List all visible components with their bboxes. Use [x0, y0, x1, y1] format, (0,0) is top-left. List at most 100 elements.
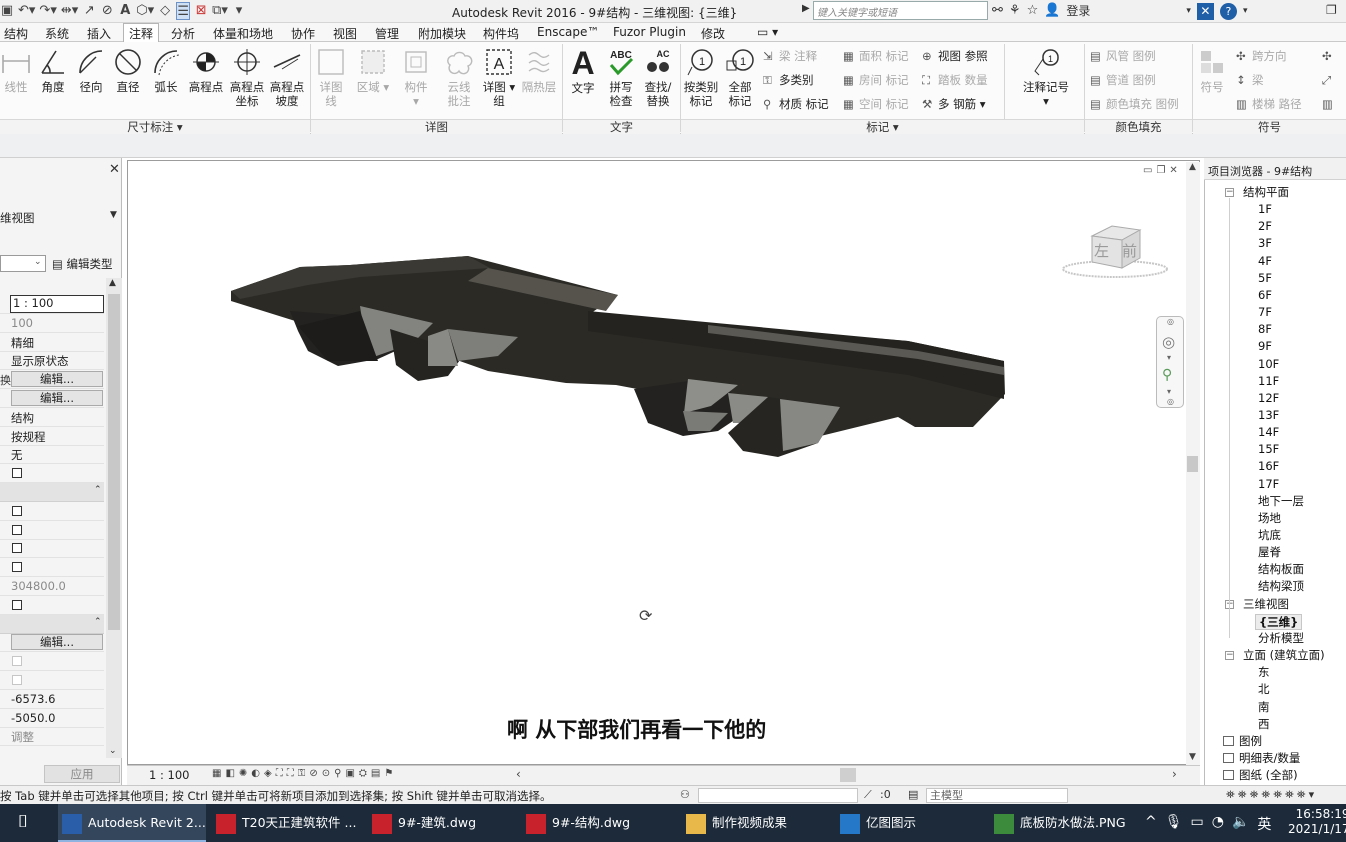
tag-icon[interactable]: ⊘: [100, 2, 114, 20]
chevron-down-icon[interactable]: ▼: [110, 210, 117, 220]
taskbar-app-3[interactable]: 9#-结构.dwg: [522, 804, 672, 842]
tab-10[interactable]: 构件坞: [483, 25, 519, 42]
viewcube-left-face[interactable]: 左: [1094, 240, 1109, 261]
viewcube-front-face[interactable]: 前: [1122, 240, 1137, 261]
property-group-header[interactable]: ⌃: [0, 483, 104, 502]
search-expand-icon[interactable]: ▶: [802, 3, 810, 14]
measure-icon[interactable]: ⇹▾: [61, 2, 78, 20]
thin-lines-icon[interactable]: ☰: [176, 2, 191, 20]
redo-icon[interactable]: ↷▾: [39, 2, 56, 20]
property-value[interactable]: 304800.0: [11, 579, 66, 593]
property-checkbox[interactable]: [12, 543, 22, 554]
scroll-down-icon[interactable]: ⌄: [109, 746, 117, 756]
tab-11[interactable]: Enscape™: [537, 25, 599, 39]
tree-item-plan[interactable]: 9F: [1258, 339, 1272, 353]
tree-item-plan[interactable]: 12F: [1258, 391, 1279, 405]
component-tool[interactable]: 构件 ▾: [398, 47, 434, 108]
steering-wheel-icon[interactable]: ◎: [1162, 333, 1175, 351]
scroll-down-icon[interactable]: ▼: [1189, 752, 1196, 762]
text-tool[interactable]: A 文字: [566, 44, 600, 95]
pipe-legend-tool[interactable]: ▤ 管道 图例: [1090, 73, 1156, 87]
tree-item-plan[interactable]: 坑底: [1258, 528, 1281, 542]
minimize-view-icon[interactable]: ▭: [1143, 165, 1152, 176]
restore-view-icon[interactable]: ❐: [1156, 165, 1165, 176]
property-edit-button[interactable]: 编辑...: [11, 634, 103, 651]
edit-type-button[interactable]: ▤ 编辑类型: [52, 256, 113, 272]
type-selector[interactable]: 维视图: [0, 210, 35, 226]
radial-dimension-tool[interactable]: 径向: [74, 47, 108, 94]
tree-item-plan[interactable]: 结构板面: [1258, 562, 1304, 576]
crop-view-icon[interactable]: ⛶: [276, 768, 283, 779]
taskbar-app-4[interactable]: 制作视频成果: [682, 804, 830, 842]
analytical-model-icon[interactable]: ⚲: [334, 768, 341, 779]
tread-number-tool[interactable]: ⛶ 踏板 数量: [922, 73, 988, 87]
keynote-tool[interactable]: 1 注释记号 ▾: [1018, 47, 1074, 108]
scroll-up-icon[interactable]: ▲: [109, 278, 116, 288]
property-checkbox[interactable]: [12, 505, 22, 516]
design-options-icon[interactable]: ▤: [908, 788, 918, 801]
angular-dimension-tool[interactable]: 角度: [36, 47, 70, 94]
reveal-constraints-icon[interactable]: ▤: [371, 768, 380, 779]
wifi-icon[interactable]: ◔: [1212, 814, 1224, 834]
tree-node-legend[interactable]: 图例: [1239, 734, 1262, 748]
text-icon[interactable]: A: [118, 2, 132, 20]
chevron-up-icon[interactable]: ^: [1145, 814, 1157, 834]
property-value[interactable]: 无: [11, 447, 23, 463]
room-tag-tool[interactable]: ▦ 房间 标记: [843, 73, 909, 87]
spell-check-tool[interactable]: ABC 拼写 检查: [603, 47, 639, 108]
tree-item-3d-view[interactable]: 分析模型: [1258, 631, 1304, 645]
tree-item-plan[interactable]: 7F: [1258, 305, 1272, 319]
pin-icon[interactable]: ⚑: [384, 768, 393, 779]
help-dropdown-icon[interactable]: ▾: [1243, 2, 1248, 20]
material-tag-tool[interactable]: ⚲ 材质 标记: [763, 97, 829, 111]
revision-cloud-tool[interactable]: 云线 批注: [441, 47, 477, 108]
tab-7[interactable]: 视图: [333, 25, 357, 42]
exchange-apps-icon[interactable]: ✕: [1196, 2, 1214, 20]
property-checkbox[interactable]: [12, 599, 22, 610]
tab-8[interactable]: 管理: [375, 25, 399, 42]
visual-style-icon[interactable]: ◧: [225, 768, 234, 779]
view-reference-tool[interactable]: ⊕ 视图 参照: [922, 49, 988, 63]
collapse-icon[interactable]: ⌃: [94, 617, 102, 627]
undo-icon[interactable]: ↶▾: [18, 2, 35, 20]
tab-6[interactable]: 协作: [291, 25, 315, 42]
tab-0[interactable]: 结构: [4, 25, 28, 42]
section-icon[interactable]: ◇: [158, 2, 172, 20]
property-group-header[interactable]: ⌃: [0, 614, 104, 634]
property-checkbox[interactable]: [12, 468, 22, 479]
beam-annotation-tool[interactable]: ⇲ 梁 注释: [763, 49, 817, 63]
rendering-icon[interactable]: ◈: [264, 768, 272, 779]
multi-category-tool[interactable]: ⚿ 多类别: [763, 73, 814, 87]
reveal-hidden-icon[interactable]: ⊙: [322, 768, 330, 779]
tree-item-plan[interactable]: 17F: [1258, 477, 1279, 491]
tab-13[interactable]: 修改: [701, 25, 725, 42]
collapse-icon[interactable]: −: [1225, 651, 1234, 661]
3d-viewport[interactable]: [127, 160, 1200, 765]
beam-symbol-tool[interactable]: ↕ 梁: [1236, 73, 1264, 87]
find-replace-tool[interactable]: AC 查找/ 替换: [640, 47, 676, 108]
tab-1[interactable]: 系统: [45, 25, 69, 42]
space-tag-tool[interactable]: ▦ 空间 标记: [843, 97, 909, 111]
insulation-tool[interactable]: 隔热层: [520, 47, 558, 94]
editable-only-icon[interactable]: ⟋: [864, 788, 872, 802]
property-value[interactable]: 结构: [11, 410, 34, 426]
show-crop-icon[interactable]: ⛶: [287, 768, 294, 779]
chevron-down-icon[interactable]: ▾: [1167, 387, 1171, 396]
multi-rebar-tool[interactable]: ⚒ 多 钢筋 ▾: [922, 97, 986, 111]
search-input[interactable]: 键入关键字或短语: [813, 1, 988, 20]
apply-button[interactable]: 应用: [44, 765, 120, 783]
tree-item-plan[interactable]: 8F: [1258, 322, 1272, 336]
user-icon[interactable]: 👤: [1044, 2, 1060, 20]
region-tool[interactable]: 区域 ▾: [355, 47, 391, 94]
panel-label-text[interactable]: 文字: [563, 119, 680, 134]
open-icon[interactable]: ▣: [0, 2, 14, 20]
view-scale[interactable]: 1 : 100: [149, 768, 189, 782]
tab-2[interactable]: 插入: [87, 25, 111, 42]
tree-item-elevation[interactable]: 西: [1258, 717, 1270, 731]
tab-5[interactable]: 体量和场地: [213, 25, 273, 42]
zoom-icon[interactable]: ⚲: [1162, 367, 1172, 383]
property-checkbox[interactable]: [12, 524, 22, 535]
duct-legend-tool[interactable]: ▤ 风管 图例: [1090, 49, 1156, 63]
ime-indicator[interactable]: 英: [1257, 814, 1271, 834]
help-icon[interactable]: ?: [1219, 2, 1237, 20]
